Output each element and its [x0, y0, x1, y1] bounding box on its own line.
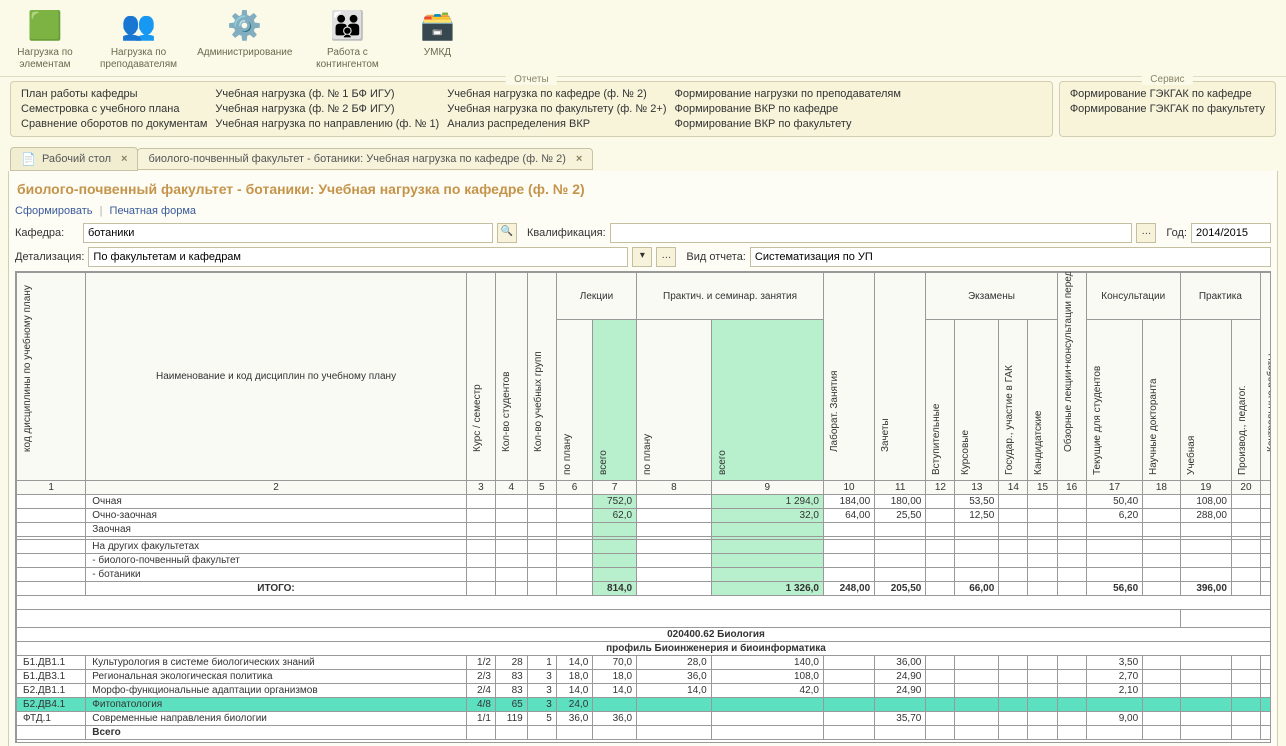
action-generate[interactable]: Сформировать: [15, 205, 93, 217]
vidot-input[interactable]: [750, 247, 1271, 267]
god-input[interactable]: [1191, 223, 1271, 243]
group-reports-title: Отчеты: [506, 74, 557, 85]
detail-dropdown-button[interactable]: ▾: [632, 247, 652, 267]
kafedra-input[interactable]: [83, 223, 493, 243]
kafedra-label: Кафедра:: [15, 227, 79, 239]
detail-label: Детализация:: [15, 251, 84, 263]
load-by-teachers-button[interactable]: 👥Нагрузка попреподавателям: [100, 5, 177, 71]
report-link[interactable]: Семестровка с учебного плана: [21, 103, 207, 115]
group-reports: Отчеты План работы кафедрыСеместровка с …: [10, 81, 1053, 137]
kval-label: Квалификация:: [527, 227, 606, 239]
report-link[interactable]: Учебная нагрузка по кафедре (ф. № 2): [447, 88, 666, 100]
report-link[interactable]: Формирование нагрузки по преподавателям: [674, 88, 900, 100]
report-link[interactable]: Учебная нагрузка по направлению (ф. № 1): [215, 118, 439, 130]
tab-close-button[interactable]: ×: [576, 153, 582, 165]
load-by-elements-icon: 🟩: [25, 5, 65, 45]
work-contingent-icon: 👪: [327, 5, 367, 45]
action-print[interactable]: Печатная форма: [110, 205, 196, 217]
kafedra-lookup-button[interactable]: 🔍: [497, 223, 517, 243]
work-contingent-button[interactable]: 👪Работа сконтингентом: [312, 5, 382, 71]
report-link[interactable]: Учебная нагрузка (ф. № 2 БФ ИГУ): [215, 103, 439, 115]
report-grid[interactable]: код дисциплины по учебному плануНаименов…: [15, 271, 1271, 743]
group-service-title: Сервис: [1142, 74, 1192, 85]
report-link[interactable]: Учебная нагрузка по факультету (ф. № 2+): [447, 103, 666, 115]
page-title: биолого-почвенный факультет - ботаники: …: [17, 181, 1271, 197]
tab-0[interactable]: 📄Рабочий стол×: [10, 147, 138, 171]
report-link[interactable]: Формирование ГЭКГАК по кафедре: [1070, 88, 1265, 100]
tab-1[interactable]: биолого-почвенный факультет - ботаники: …: [137, 148, 593, 170]
report-link[interactable]: План работы кафедры: [21, 88, 207, 100]
detail-lookup-button[interactable]: …: [656, 247, 676, 267]
god-label: Год:: [1166, 227, 1187, 239]
group-service: Сервис Формирование ГЭКГАК по кафедреФор…: [1059, 81, 1276, 137]
report-link[interactable]: Учебная нагрузка (ф. № 1 БФ ИГУ): [215, 88, 439, 100]
umkd-icon: 🗃️: [417, 5, 457, 45]
report-link[interactable]: Анализ распределения ВКР: [447, 118, 666, 130]
tab-icon: 📄: [21, 152, 36, 166]
load-by-teachers-icon: 👥: [119, 5, 159, 45]
kval-input[interactable]: [610, 223, 1133, 243]
report-link[interactable]: Формирование ВКР по кафедре: [674, 103, 900, 115]
umkd-button[interactable]: 🗃️УМКД: [402, 5, 472, 71]
report-link[interactable]: Сравнение оборотов по документам: [21, 118, 207, 130]
kval-lookup-button[interactable]: …: [1136, 223, 1156, 243]
vidot-label: Вид отчета:: [686, 251, 745, 263]
administration-button[interactable]: ⚙️Администрирование: [197, 5, 292, 71]
report-link[interactable]: Формирование ГЭКГАК по факультету: [1070, 103, 1265, 115]
load-by-elements-button[interactable]: 🟩Нагрузка поэлементам: [10, 5, 80, 71]
report-link[interactable]: Формирование ВКР по факультету: [674, 118, 900, 130]
detail-input[interactable]: [88, 247, 628, 267]
administration-icon: ⚙️: [225, 5, 265, 45]
tab-close-button[interactable]: ×: [121, 153, 127, 165]
